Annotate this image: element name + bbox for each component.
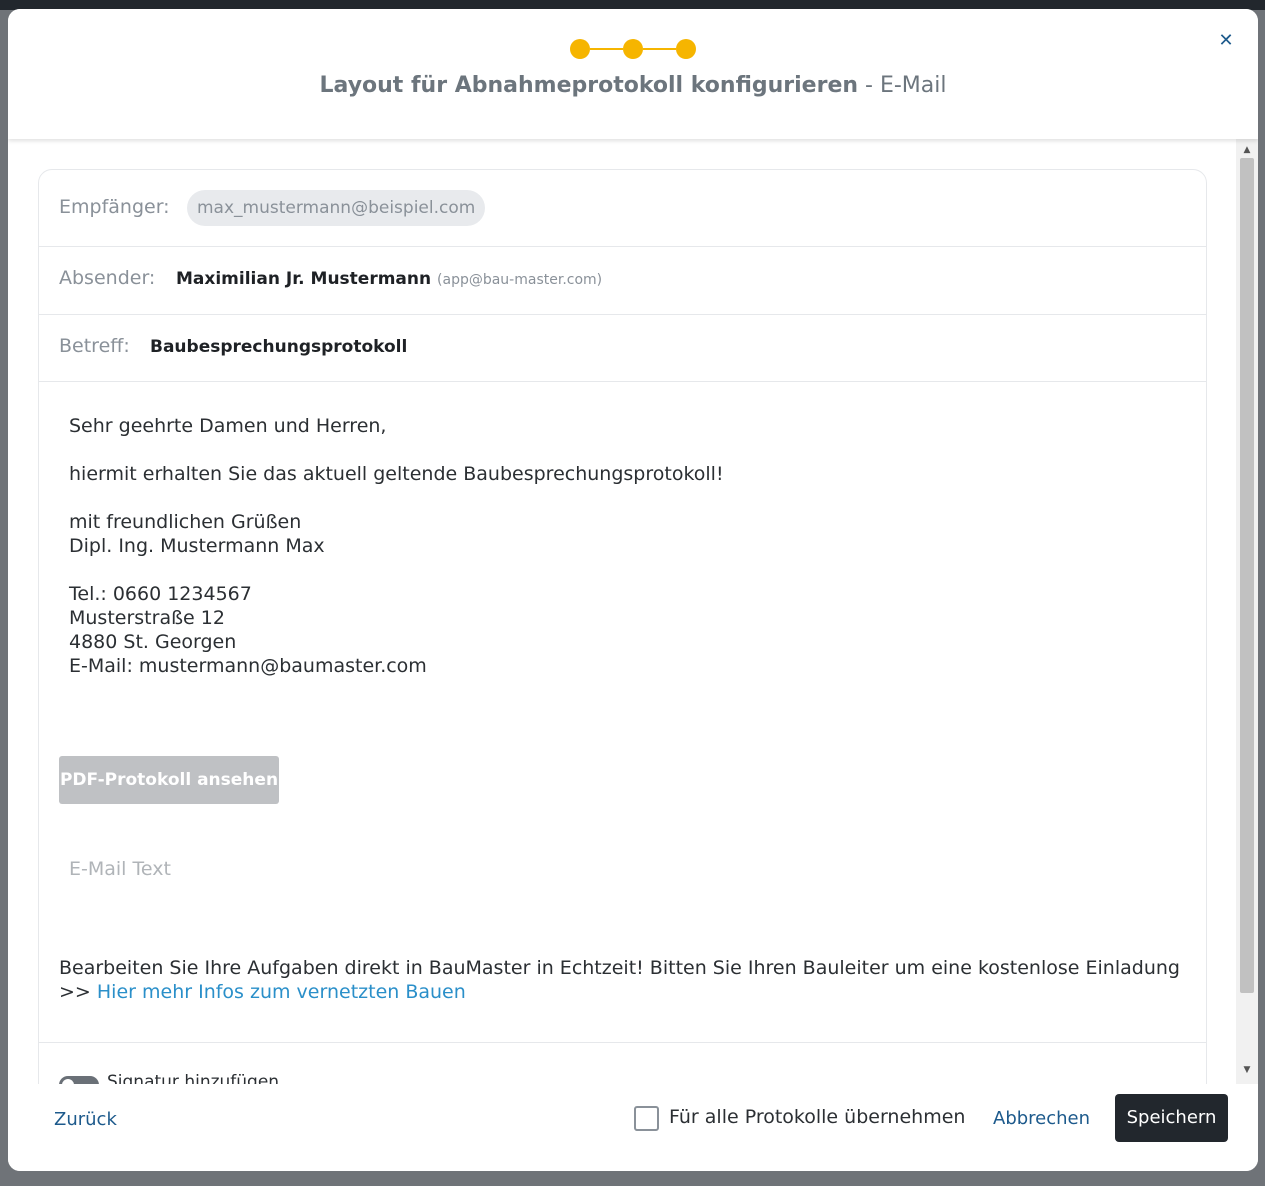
scroll-up-arrow-icon[interactable]: ▲ — [1236, 142, 1258, 158]
save-button[interactable]: Speichern — [1115, 1094, 1228, 1142]
dialog-body[interactable]: Empfänger: max_mustermann@beispiel.com A… — [8, 139, 1236, 1084]
sender-name: Maximilian Jr. Mustermann (app@bau-maste… — [176, 269, 602, 289]
step-connector — [590, 48, 623, 50]
step-connector — [643, 48, 676, 50]
configure-layout-dialog: Layout für Abnahmeprotokoll konfiguriere… — [8, 9, 1258, 1171]
sender-label: Absender: — [59, 267, 156, 289]
promo-body: Bearbeiten Sie Ihre Aufgaben direkt in B… — [59, 957, 1180, 979]
view-pdf-button[interactable]: PDF-Protokoll ansehen — [59, 756, 279, 804]
sender-row: Absender: Maximilian Jr. Mustermann (app… — [39, 247, 1206, 315]
scroll-thumb[interactable] — [1240, 158, 1254, 993]
signature-toggle[interactable] — [59, 1076, 99, 1084]
email-body-text[interactable]: Sehr geehrte Damen und Herren, hiermit e… — [69, 414, 724, 678]
subject-row: Betreff: Baubesprechungsprotokoll — [39, 315, 1206, 382]
promo-link[interactable]: Hier mehr Infos zum vernetzten Bauen — [97, 981, 466, 1003]
step-2-dot — [623, 39, 643, 59]
dialog-header: Layout für Abnahmeprotokoll konfiguriere… — [8, 9, 1258, 139]
apply-all-checkbox[interactable] — [634, 1106, 659, 1131]
cancel-button[interactable]: Abbrechen — [993, 1108, 1090, 1129]
subject-label: Betreff: — [59, 335, 130, 357]
recipient-row: Empfänger: max_mustermann@beispiel.com — [39, 170, 1206, 247]
dialog-footer: Zurück Für alle Protokolle übernehmen Ab… — [8, 1084, 1258, 1171]
dialog-title-separator: - — [858, 73, 880, 98]
scroll-down-arrow-icon[interactable]: ▼ — [1236, 1062, 1258, 1078]
dialog-title: Layout für Abnahmeprotokoll konfiguriere… — [8, 73, 1258, 98]
close-icon[interactable]: ✕ — [1216, 31, 1236, 51]
card-divider — [39, 1042, 1206, 1043]
dialog-title-main: Layout für Abnahmeprotokoll konfiguriere… — [319, 73, 859, 98]
promo-text: Bearbeiten Sie Ihre Aufgaben direkt in B… — [59, 956, 1189, 1004]
email-text-input[interactable]: E-Mail Text — [69, 858, 171, 880]
step-3-dot — [676, 39, 696, 59]
vertical-scrollbar[interactable]: ▲ ▼ — [1236, 139, 1258, 1084]
step-indicator — [570, 39, 698, 61]
apply-all-label[interactable]: Für alle Protokolle übernehmen — [669, 1106, 965, 1128]
sender-email: (app@bau-master.com) — [437, 272, 603, 288]
recipient-chip: max_mustermann@beispiel.com — [187, 190, 486, 226]
dialog-title-step: E-Mail — [879, 73, 947, 98]
sender-name-text: Maximilian Jr. Mustermann — [176, 269, 432, 289]
signature-toggle-label: Signatur hinzufügen — [107, 1072, 280, 1084]
promo-prefix: >> — [59, 981, 97, 1003]
step-1-dot — [570, 39, 590, 59]
subject-value: Baubesprechungsprotokoll — [150, 337, 408, 357]
back-button[interactable]: Zurück — [54, 1109, 117, 1130]
email-preview-card: Empfänger: max_mustermann@beispiel.com A… — [38, 169, 1207, 1084]
recipient-label: Empfänger: — [59, 196, 170, 218]
